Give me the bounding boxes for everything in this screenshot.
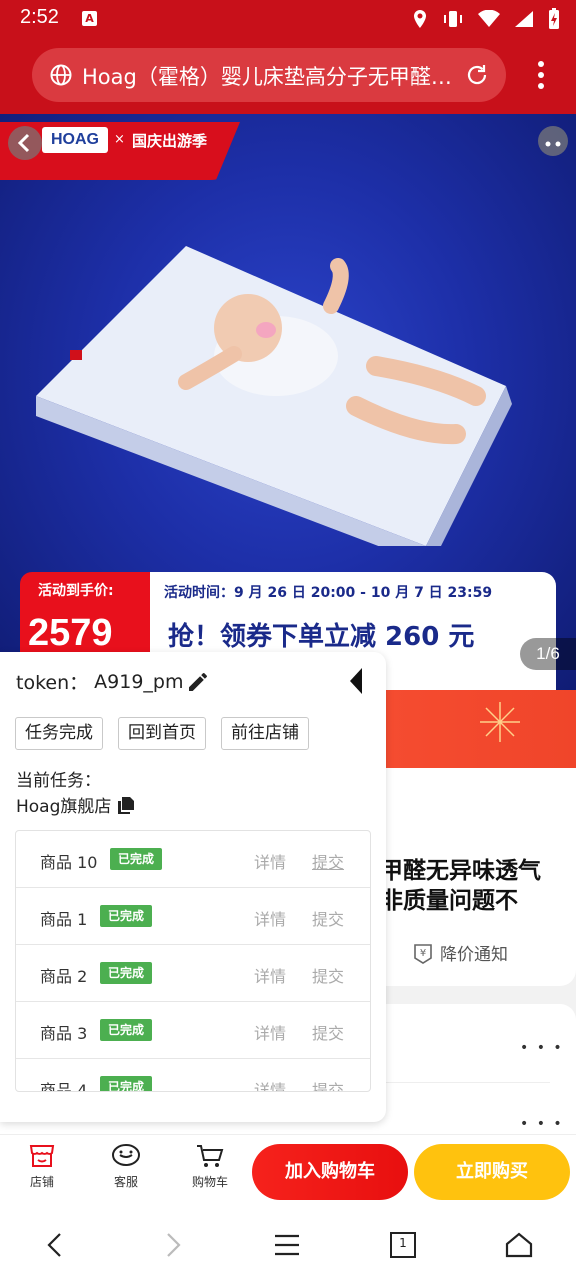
battery-icon — [548, 8, 560, 34]
price-alert-button[interactable]: ¥ 降价通知 — [412, 940, 508, 965]
current-task-label: 当前任务： — [16, 771, 101, 791]
reload-icon[interactable] — [464, 62, 490, 88]
product-hero-image[interactable]: HOAG × 国庆出游季 活动到手价: 2579 活动时间：9 月 26 日 2… — [0, 114, 576, 690]
more-icon[interactable]: • • • — [520, 1116, 564, 1132]
task-submit-link[interactable]: 提交 — [312, 963, 344, 987]
more-button[interactable] — [538, 126, 568, 156]
task-list: 商品 10 已完成 详情 提交 商品 1 已完成 详情 提交 商品 2 已完成 … — [15, 830, 371, 1092]
store-icon — [29, 1145, 55, 1167]
task-submit-link[interactable]: 提交 — [312, 849, 344, 873]
promo-time: 活动时间：9 月 26 日 20:00 - 10 月 7 日 23:59 — [164, 585, 493, 601]
status-bar: 2:52 A — [0, 0, 576, 40]
browser-top-bar: 2:52 A Hoag（霍格）婴儿床垫高分子无甲醛无异味透气 — [0, 0, 576, 114]
token-value: A919_pm — [94, 670, 184, 693]
task-status-badge: 已完成 — [110, 848, 163, 870]
mattress-baby-illustration — [36, 246, 512, 546]
event-logo: 国庆出游季 — [132, 132, 208, 150]
task-status-badge: 已完成 — [100, 1076, 153, 1091]
token-label: token： — [16, 672, 89, 694]
cart-tab-label: 购物车 — [191, 1175, 228, 1189]
promo-label: 活动到手价: — [38, 583, 114, 599]
customer-service-icon — [112, 1144, 140, 1166]
task-detail-link[interactable]: 详情 — [254, 906, 286, 930]
task-status-badge: 已完成 — [100, 962, 153, 984]
current-task-shop: Hoag旗舰店 — [16, 792, 135, 817]
store-tab-label: 店铺 — [29, 1175, 54, 1189]
add-to-cart-button[interactable]: 加入购物车 — [252, 1144, 408, 1200]
menu-icon[interactable] — [272, 1230, 302, 1260]
more-icon[interactable]: • • • — [520, 1040, 564, 1056]
image-pager: 1/6 — [520, 638, 576, 670]
task-detail-link[interactable]: 详情 — [254, 1077, 286, 1091]
product-description: 甲醛无异味透气 非质量问题不 — [380, 856, 576, 916]
product-desc-line2: 非质量问题不 — [380, 888, 518, 914]
task-row: 商品 1 已完成 详情 提交 — [16, 888, 370, 945]
status-time: 2:52 — [20, 6, 59, 28]
globe-icon — [50, 64, 72, 86]
task-panel: token： A919_pm 任务完成 回到首页 前往店铺 当前任务： Hoag… — [0, 652, 386, 1122]
copy-icon[interactable] — [117, 796, 135, 814]
chevron-left-icon — [17, 133, 30, 153]
token-row: token： A919_pm — [16, 668, 183, 695]
task-submit-link[interactable]: 提交 — [312, 1077, 344, 1091]
cart-icon — [197, 1145, 224, 1167]
store-tab[interactable]: 店铺 — [12, 1143, 72, 1190]
task-name: 商品 4 — [40, 1081, 88, 1092]
edit-icon[interactable] — [186, 670, 210, 694]
task-detail-link[interactable]: 详情 — [254, 1020, 286, 1044]
product-desc-line1: 甲醛无异味透气 — [380, 858, 541, 884]
task-name: 商品 1 — [40, 910, 88, 929]
task-status-badge: 已完成 — [100, 905, 153, 927]
product-action-bar: 店铺 客服 购物车 加入购物车 立即购买 — [0, 1134, 576, 1208]
task-row: 商品 4 已完成 详情 提交 — [16, 1059, 370, 1092]
address-bar[interactable]: Hoag（霍格）婴儿床垫高分子无甲醛无异味透气 — [32, 48, 506, 102]
service-tab-label: 客服 — [113, 1175, 138, 1189]
more-dots-icon — [545, 141, 561, 147]
task-submit-link[interactable]: 提交 — [312, 1020, 344, 1044]
task-name: 商品 3 — [40, 1024, 88, 1043]
tabs-count: 1 — [399, 1236, 407, 1250]
price-alert-label: 降价通知 — [440, 945, 508, 965]
task-row: 商品 3 已完成 详情 提交 — [16, 1002, 370, 1059]
task-submit-link[interactable]: 提交 — [312, 906, 344, 930]
task-status-badge: 已完成 — [100, 1019, 153, 1041]
location-icon — [412, 9, 428, 33]
service-tab[interactable]: 客服 — [96, 1143, 156, 1190]
task-complete-button[interactable]: 任务完成 — [15, 717, 103, 750]
cart-tab[interactable]: 购物车 — [180, 1143, 240, 1190]
promo-headline: 抢！领券下单立减 260 元 — [168, 622, 475, 652]
home-icon[interactable] — [504, 1230, 534, 1260]
task-row: 商品 10 已完成 详情 提交 — [16, 831, 370, 888]
notification-a-icon: A — [82, 11, 97, 26]
task-name: 商品 10 — [40, 853, 98, 872]
task-detail-link[interactable]: 详情 — [254, 963, 286, 987]
brand-cross: × — [114, 132, 125, 147]
vibrate-icon — [442, 9, 464, 33]
back-home-button[interactable]: 回到首页 — [118, 717, 206, 750]
task-row: 商品 2 已完成 详情 提交 — [16, 945, 370, 1002]
forward-icon[interactable] — [158, 1230, 188, 1260]
browser-nav-bar: 1 — [0, 1208, 576, 1280]
tabs-button[interactable]: 1 — [388, 1230, 418, 1260]
brand-logo: HOAG — [42, 127, 108, 153]
task-detail-link[interactable]: 详情 — [254, 849, 286, 873]
task-name: 商品 2 — [40, 967, 88, 986]
overflow-menu-icon[interactable] — [536, 60, 546, 90]
signal-icon — [514, 10, 534, 32]
collapse-panel-icon[interactable] — [346, 666, 366, 696]
back-icon[interactable] — [40, 1230, 70, 1260]
page-title: Hoag（霍格）婴儿床垫高分子无甲醛无异味透气 — [82, 65, 454, 89]
promo-price: 2579 — [28, 612, 113, 654]
wifi-icon — [478, 9, 500, 32]
price-tag-icon: ¥ — [414, 943, 432, 964]
panel-action-buttons: 任务完成 回到首页 前往店铺 — [15, 717, 309, 750]
shop-name: Hoag旗舰店 — [16, 797, 112, 817]
svg-text:¥: ¥ — [420, 948, 426, 959]
go-to-store-button[interactable]: 前往店铺 — [221, 717, 309, 750]
back-button[interactable] — [8, 126, 42, 160]
buy-now-button[interactable]: 立即购买 — [414, 1144, 570, 1200]
status-icons — [412, 8, 560, 34]
divider — [380, 1082, 550, 1083]
